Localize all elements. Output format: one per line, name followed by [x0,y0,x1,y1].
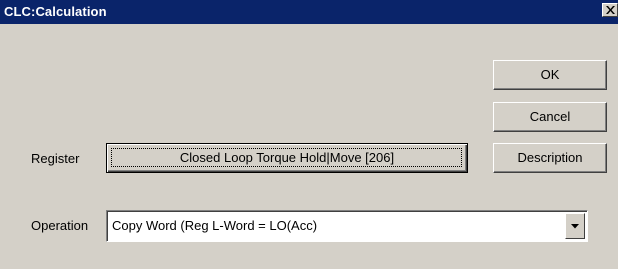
cancel-button[interactable]: Cancel [493,102,607,132]
operation-label: Operation [31,218,89,233]
window-title: CLC:Calculation [4,4,107,19]
register-label: Register [31,151,80,166]
operation-selected-value: Copy Word (Reg L-Word = LO(Acc) [112,218,318,233]
focus-rectangle [111,148,462,167]
ok-button[interactable]: OK [493,60,607,90]
description-button[interactable]: Description [493,143,607,173]
calculation-dialog: CLC:Calculation OK Cancel Description Re… [0,0,618,269]
register-select-button[interactable]: Closed Loop Torque Hold|Move [206] [106,143,468,173]
close-button[interactable] [602,3,618,17]
title-bar: CLC:Calculation [0,0,618,24]
operation-dropdown[interactable]: Copy Word (Reg L-Word = LO(Acc) [106,210,588,242]
dropdown-button[interactable] [565,213,585,239]
